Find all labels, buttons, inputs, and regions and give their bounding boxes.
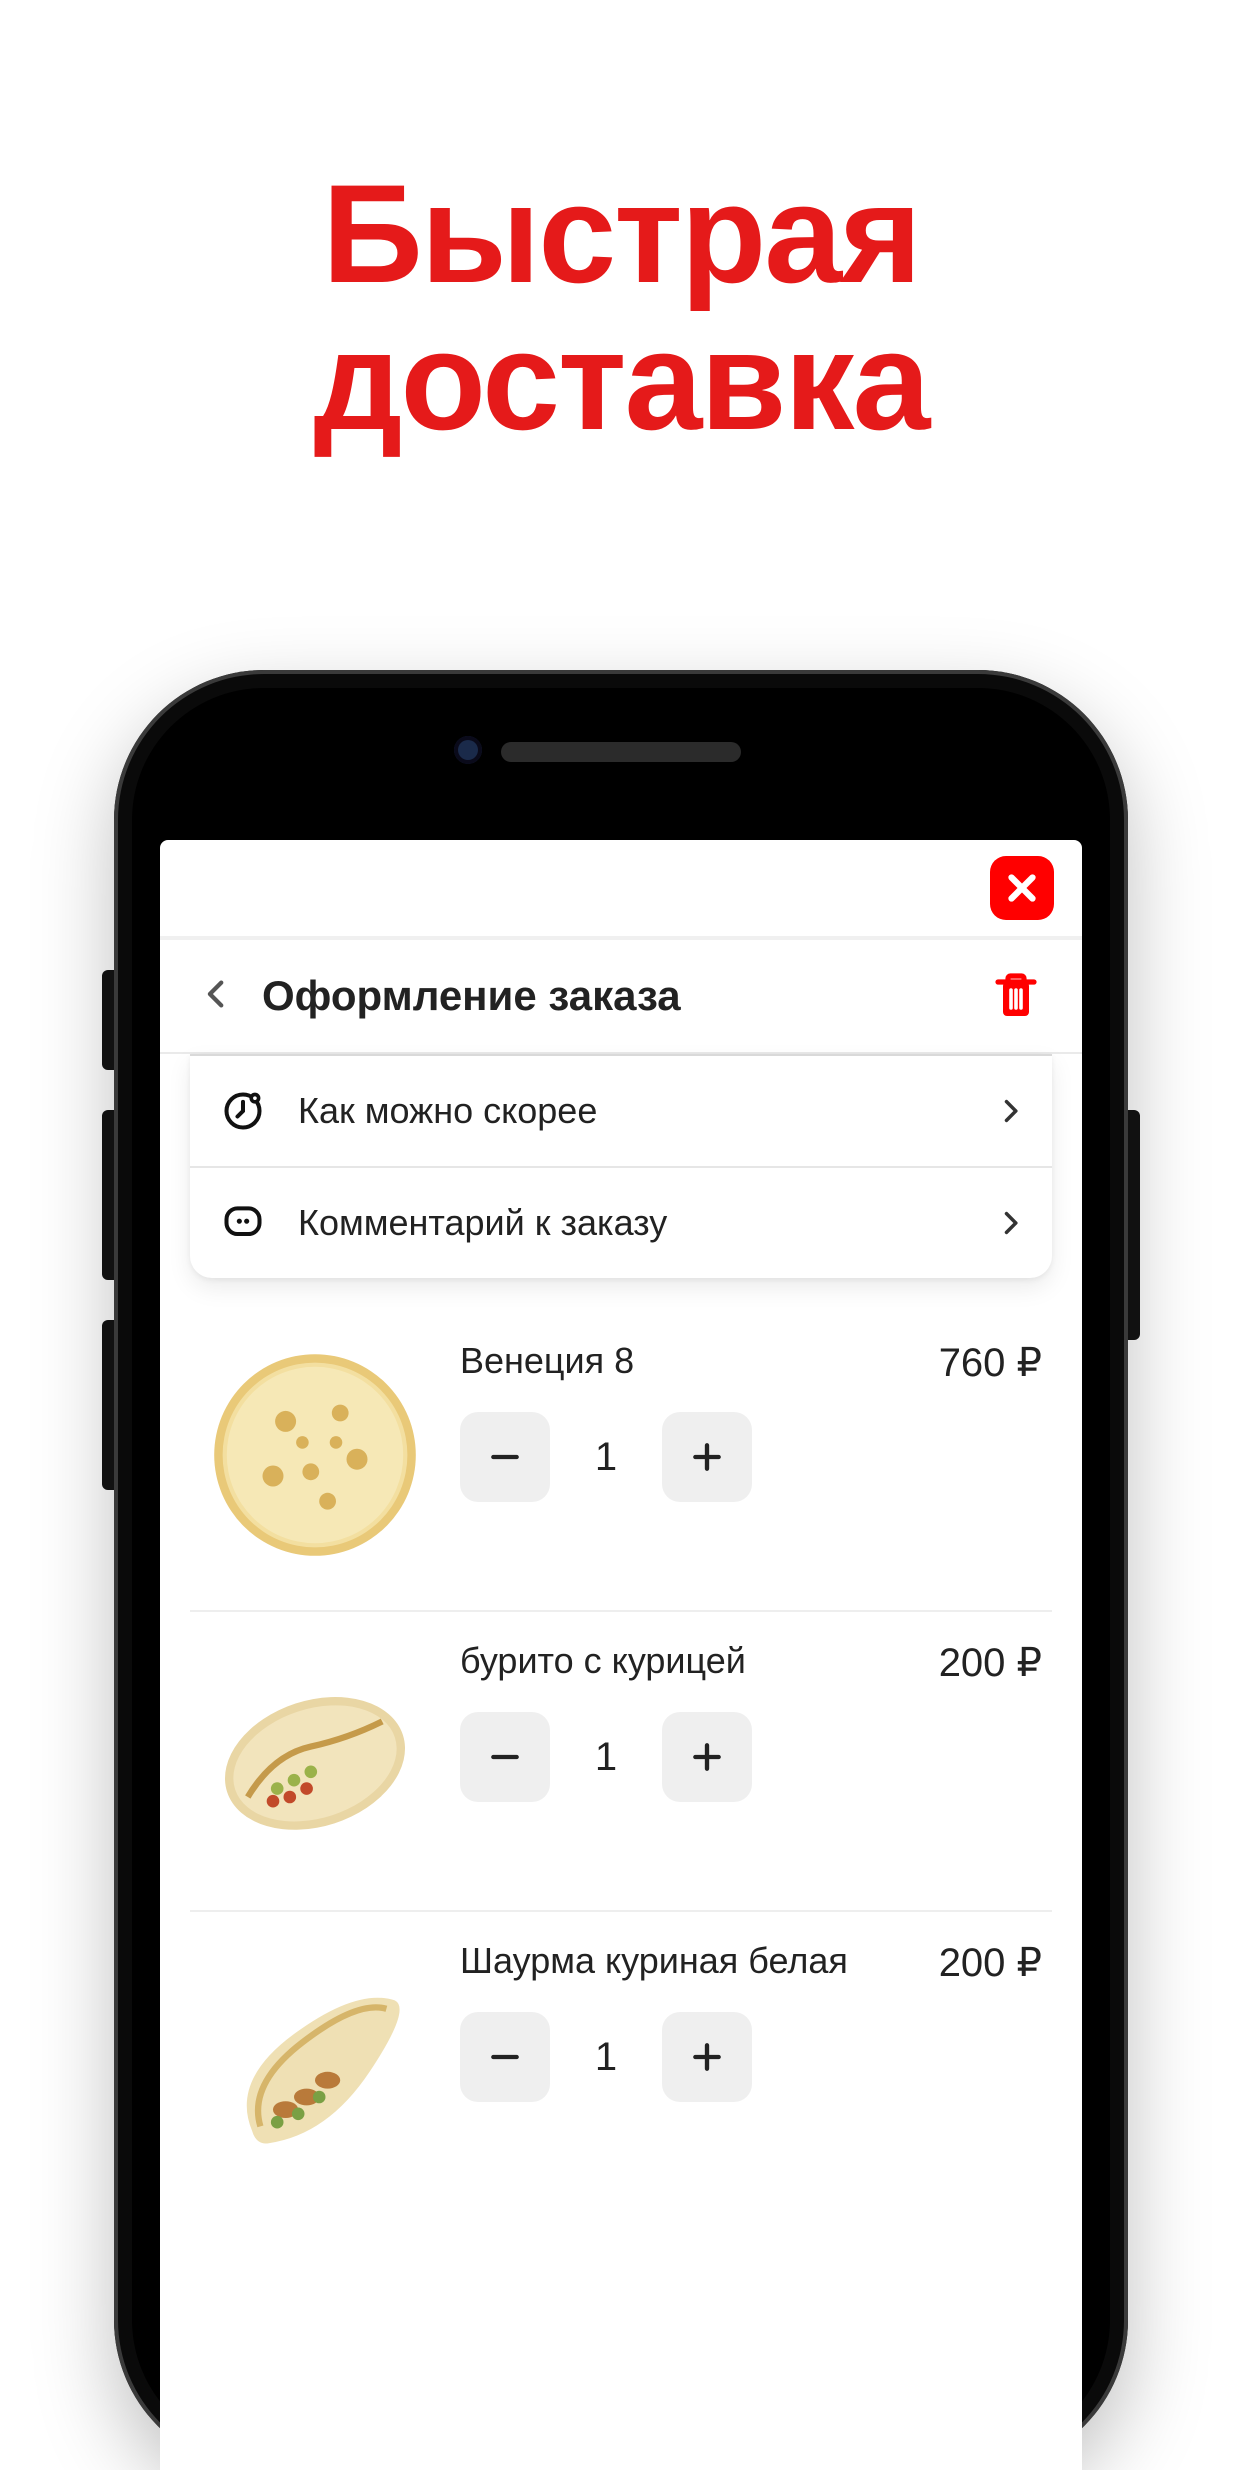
pizza-icon [210, 1350, 420, 1560]
item-thumbnail [200, 1940, 430, 2170]
item-name: Шаурма куриная белая [460, 1940, 848, 1982]
option-label: Как можно скорее [298, 1090, 966, 1132]
cart-items: Венеция 8 760 ₽ 1 [160, 1312, 1082, 2210]
back-button[interactable] [200, 972, 234, 1021]
minus-icon [485, 1437, 525, 1477]
clear-cart-button[interactable] [990, 970, 1042, 1022]
order-options: Как можно скорее Комментарий к заказу [190, 1054, 1052, 1278]
item-name: бурито с курицей [460, 1640, 746, 1682]
phone-power-button [1128, 1110, 1140, 1340]
quantity-stepper: 1 [460, 2012, 1042, 2102]
item-main: Шаурма куриная белая 200 ₽ 1 [460, 1940, 1042, 2102]
topbar [160, 840, 1082, 940]
qty-value: 1 [586, 1735, 626, 1780]
item-main: бурито с курицей 200 ₽ 1 [460, 1640, 1042, 1802]
phone-mute-switch [102, 970, 114, 1070]
wrap-icon [210, 1950, 420, 2160]
page-title: Оформление заказа [262, 972, 681, 1020]
header-left: Оформление заказа [200, 972, 681, 1021]
cart-item: Венеция 8 760 ₽ 1 [190, 1312, 1052, 1612]
phone-front-camera [454, 736, 482, 764]
item-main: Венеция 8 760 ₽ 1 [460, 1340, 1042, 1502]
hero-line2: доставка [0, 307, 1242, 454]
item-price: 200 ₽ [939, 1640, 1042, 1686]
page-header: Оформление заказа [160, 940, 1082, 1054]
cart-item: Шаурма куриная белая 200 ₽ 1 [190, 1912, 1052, 2210]
option-label: Комментарий к заказу [298, 1202, 966, 1244]
quantity-stepper: 1 [460, 1412, 1042, 1502]
phone-earpiece [501, 742, 741, 762]
item-price: 200 ₽ [939, 1940, 1042, 1986]
plus-icon [687, 1437, 727, 1477]
qty-increase-button[interactable] [662, 2012, 752, 2102]
burrito-icon [210, 1650, 420, 1860]
chevron-right-icon [996, 1097, 1024, 1125]
item-thumbnail [200, 1340, 430, 1570]
item-name: Венеция 8 [460, 1340, 634, 1382]
phone-frame: Оформление заказа [114, 670, 1128, 2470]
trash-icon [992, 970, 1040, 1022]
option-delivery-time[interactable]: Как можно скорее [190, 1054, 1052, 1166]
quantity-stepper: 1 [460, 1712, 1042, 1802]
phone-volume-up [102, 1110, 114, 1280]
qty-increase-button[interactable] [662, 1712, 752, 1802]
plus-icon [687, 2037, 727, 2077]
qty-value: 1 [586, 1435, 626, 1480]
qty-value: 1 [586, 2035, 626, 2080]
item-thumbnail [200, 1640, 430, 1870]
hero-title: Быстрая доставка [0, 160, 1242, 454]
chat-icon [218, 1198, 268, 1248]
close-icon [1004, 870, 1040, 906]
cart-item: бурито с курицей 200 ₽ 1 [190, 1612, 1052, 1912]
app-screen: Оформление заказа [160, 840, 1082, 2470]
clock-icon [218, 1086, 268, 1136]
plus-icon [687, 1737, 727, 1777]
qty-decrease-button[interactable] [460, 1712, 550, 1802]
option-order-comment[interactable]: Комментарий к заказу [190, 1166, 1052, 1278]
qty-decrease-button[interactable] [460, 2012, 550, 2102]
phone-volume-down [102, 1320, 114, 1490]
close-button[interactable] [990, 856, 1054, 920]
chevron-right-icon [996, 1209, 1024, 1237]
qty-increase-button[interactable] [662, 1412, 752, 1502]
chevron-left-icon [200, 972, 234, 1016]
item-price: 760 ₽ [939, 1340, 1042, 1386]
minus-icon [485, 1737, 525, 1777]
hero-line1: Быстрая [0, 160, 1242, 307]
minus-icon [485, 2037, 525, 2077]
qty-decrease-button[interactable] [460, 1412, 550, 1502]
